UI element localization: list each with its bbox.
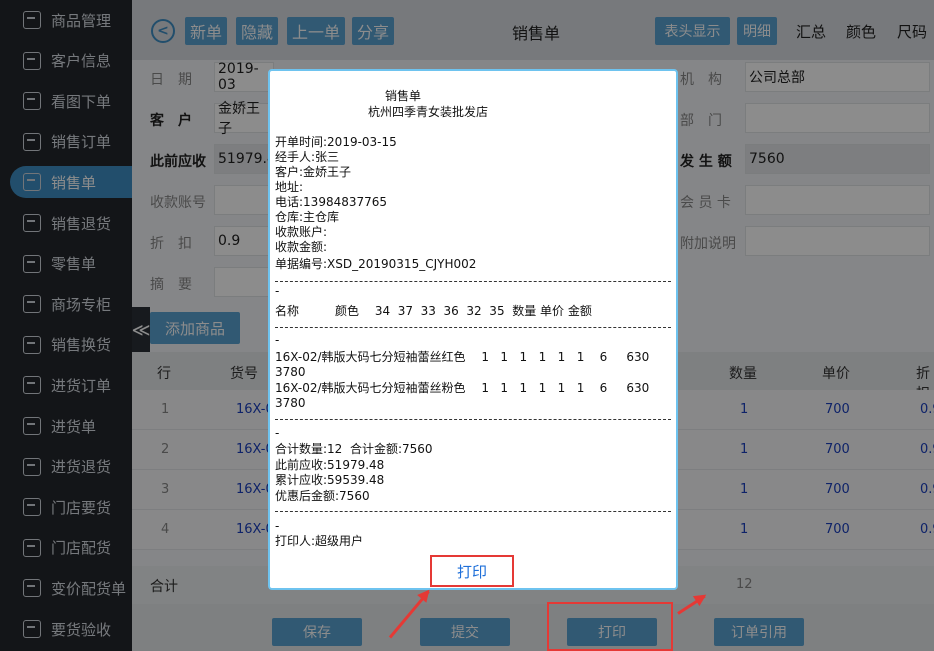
receipt-dash-tail: - (275, 333, 280, 347)
receipt-address: 地址: (275, 180, 304, 194)
receipt-warehouse: 仓库:主仓库 (275, 210, 340, 224)
dialog-print-button[interactable]: 打印 (430, 555, 514, 587)
receipt-dash-tail: - (275, 519, 280, 533)
receipt-doc-no: 单据编号:XSD_20190315_CJYH002 (275, 257, 477, 271)
receipt-dash-tail: - (275, 426, 280, 440)
receipt-item-amount: 3780 (275, 396, 306, 410)
receipt-dash-tail: - (275, 284, 280, 298)
receipt-accum-receivable: 累计应收:59539.48 (275, 473, 385, 487)
receipt-divider (275, 327, 671, 328)
receipt-printer: 打印人:超级用户 (275, 534, 364, 548)
receipt-totals: 合计数量:12 合计金额:7560 (275, 442, 433, 456)
print-preview-dialog: 销售单 杭州四季青女装批发店 开单时间:2019-03-15 经手人:张三 客户… (268, 69, 678, 590)
receipt-shop: 杭州四季青女装批发店 (368, 105, 489, 119)
receipt-collected: 收款金额: (275, 240, 328, 254)
receipt-column-header: 名称 颜色 34 37 33 36 32 35 数量 单价 金额 (275, 304, 592, 318)
receipt-divider (275, 511, 671, 512)
receipt-open-time: 开单时间:2019-03-15 (275, 135, 397, 149)
receipt-title: 销售单 (385, 89, 422, 103)
highlight-box (547, 602, 673, 651)
receipt-phone: 电话:13984837765 (275, 195, 388, 209)
receipt-item: 16X-02/韩版大码七分短袖蕾丝粉色 1 1 1 1 1 1 6 630 (275, 381, 650, 395)
receipt-divider (275, 281, 671, 282)
receipt-handler: 经手人:张三 (275, 150, 340, 164)
receipt-after-discount: 优惠后金额:7560 (275, 489, 370, 503)
receipt-account: 收款账户: (275, 225, 328, 239)
receipt-prev-receivable: 此前应收:51979.48 (275, 458, 385, 472)
receipt-customer: 客户:金娇王子 (275, 165, 352, 179)
receipt-item-amount: 3780 (275, 365, 306, 379)
receipt-item: 16X-02/韩版大码七分短袖蕾丝红色 1 1 1 1 1 1 6 630 (275, 350, 650, 364)
receipt-divider (275, 419, 671, 420)
